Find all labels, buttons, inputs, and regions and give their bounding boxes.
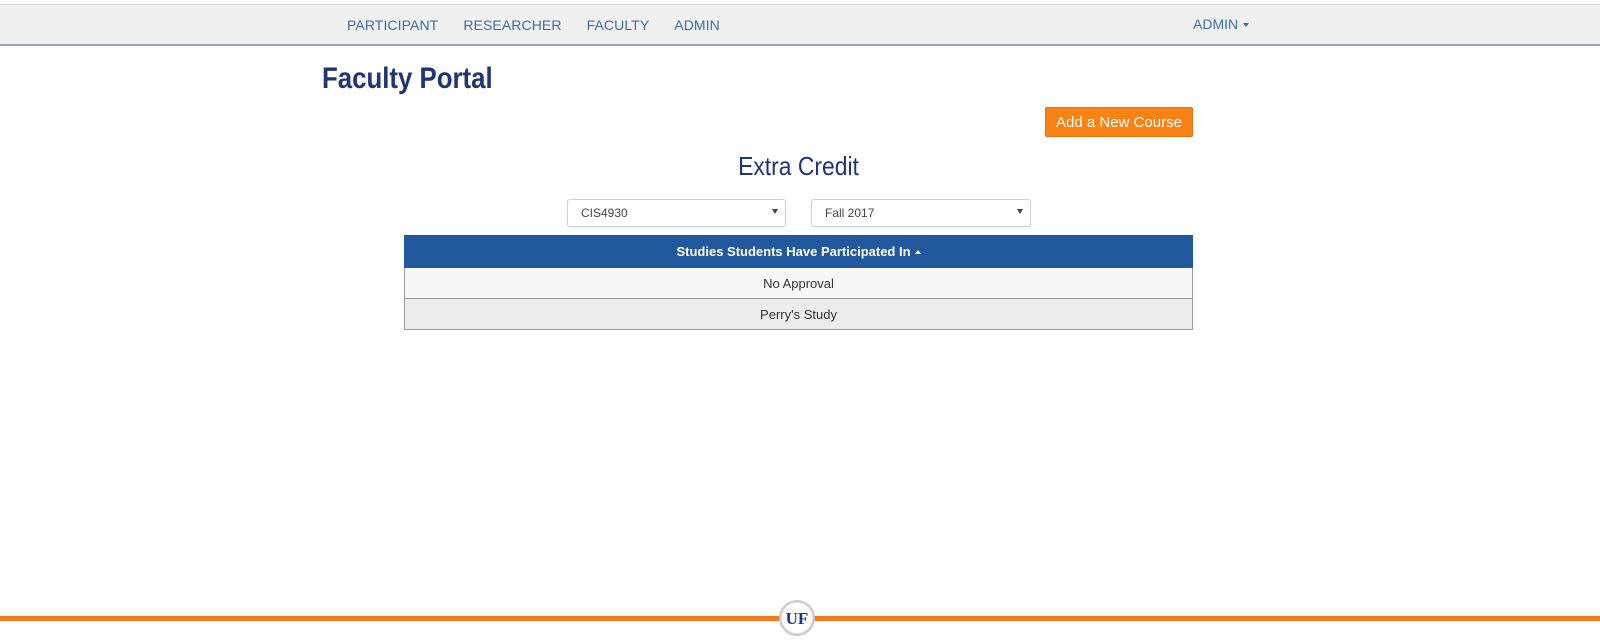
add-course-button[interactable]: Add a New Course (1045, 107, 1193, 137)
uf-logo: UF (779, 600, 815, 636)
nav-participant[interactable]: PARTICIPANT (347, 17, 438, 33)
uf-logo-text: UF (786, 609, 809, 628)
dropdown-arrow-icon (1017, 209, 1023, 214)
term-select-value: Fall 2017 (825, 206, 875, 220)
studies-column-header[interactable]: Studies Students Have Participated In (404, 235, 1193, 268)
table-row[interactable]: Perry's Study (404, 298, 1193, 330)
nav-researcher[interactable]: RESEARCHER (463, 17, 561, 33)
table-cell-study: Perry's Study (404, 298, 1193, 330)
nav-faculty[interactable]: FACULTY (587, 17, 650, 33)
caret-down-icon (1243, 23, 1250, 27)
sort-ascending-icon (914, 250, 921, 254)
course-select[interactable]: CIS4930 (567, 199, 786, 227)
user-menu-label: ADMIN (1193, 16, 1239, 32)
main-nav: PARTICIPANT RESEARCHER FACULTY ADMIN (347, 5, 745, 45)
table-row[interactable]: No Approval (404, 267, 1193, 299)
section-title: Extra Credit (738, 151, 859, 181)
table-cell-study: No Approval (404, 267, 1193, 299)
top-navbar: PARTICIPANT RESEARCHER FACULTY ADMIN ADM… (0, 4, 1600, 46)
table-header-row: Studies Students Have Participated In (404, 235, 1193, 268)
studies-column-header-label: Studies Students Have Participated In (676, 244, 911, 259)
term-select[interactable]: Fall 2017 (811, 199, 1031, 227)
dropdown-arrow-icon (772, 209, 778, 214)
page-title: Faculty Portal (322, 62, 493, 95)
studies-table: Studies Students Have Participated In No… (404, 235, 1193, 330)
course-select-value: CIS4930 (581, 206, 628, 220)
user-menu-dropdown[interactable]: ADMIN (1193, 5, 1250, 43)
nav-admin[interactable]: ADMIN (674, 17, 720, 33)
uf-logo-icon: UF (786, 609, 809, 628)
